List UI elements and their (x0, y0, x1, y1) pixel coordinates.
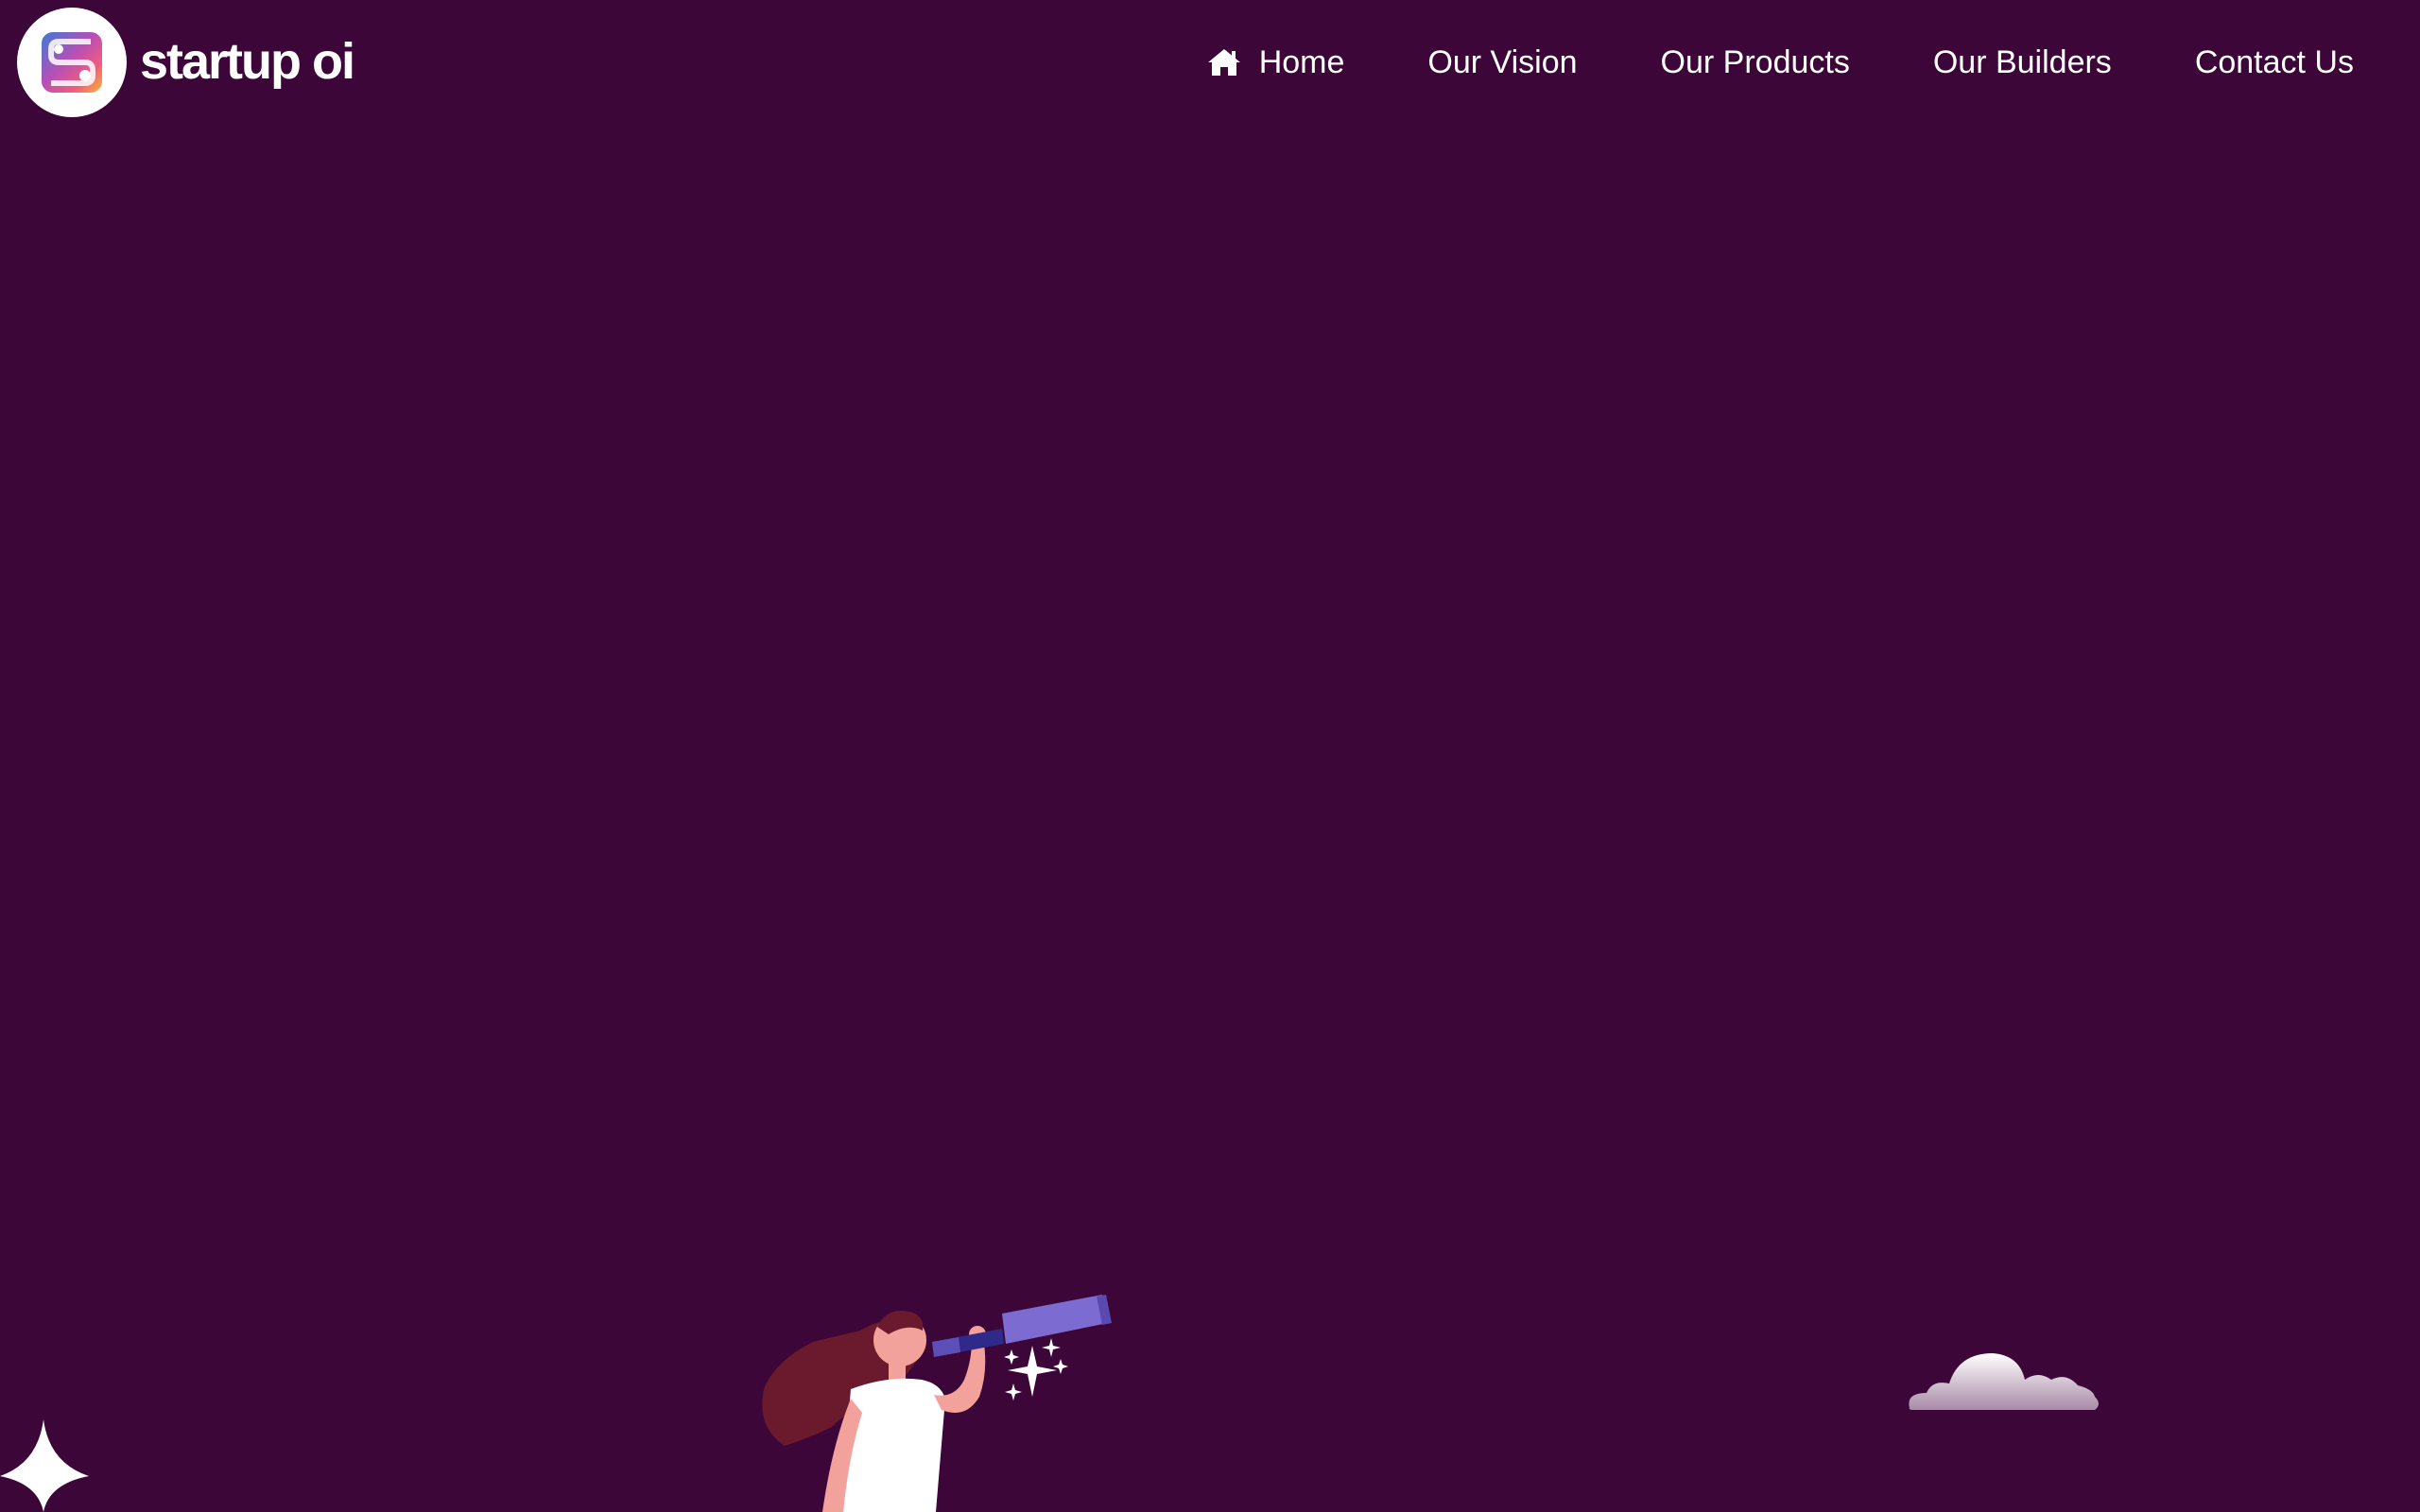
home-icon (1207, 49, 1240, 76)
site-header: startup oi Home Our Vision Our Products … (0, 0, 2420, 123)
nav-contact-us[interactable]: Contact Us (2195, 36, 2354, 89)
main-nav: Home Our Vision Our Products Our Builder… (1206, 36, 2354, 89)
sparkle-icon (1004, 1338, 1068, 1400)
girl-with-telescope (762, 1295, 1112, 1512)
cloud (1909, 1353, 2099, 1410)
brand-name: startup oi (140, 33, 355, 90)
dress (841, 1378, 945, 1512)
startup-oi-logo-icon (42, 32, 102, 93)
logo-link[interactable] (17, 8, 127, 117)
nav-our-vision[interactable]: Our Vision (1427, 36, 1577, 89)
page: startup oi Home Our Vision Our Products … (0, 0, 2420, 1512)
four-point-star-icon (0, 1419, 89, 1512)
telescope (932, 1295, 1112, 1357)
nav-our-products[interactable]: Our Products (1661, 36, 1850, 89)
nav-home[interactable]: Home (1206, 36, 1345, 89)
nav-our-builders[interactable]: Our Builders (1933, 36, 2112, 89)
nav-home-label: Home (1258, 44, 1345, 80)
